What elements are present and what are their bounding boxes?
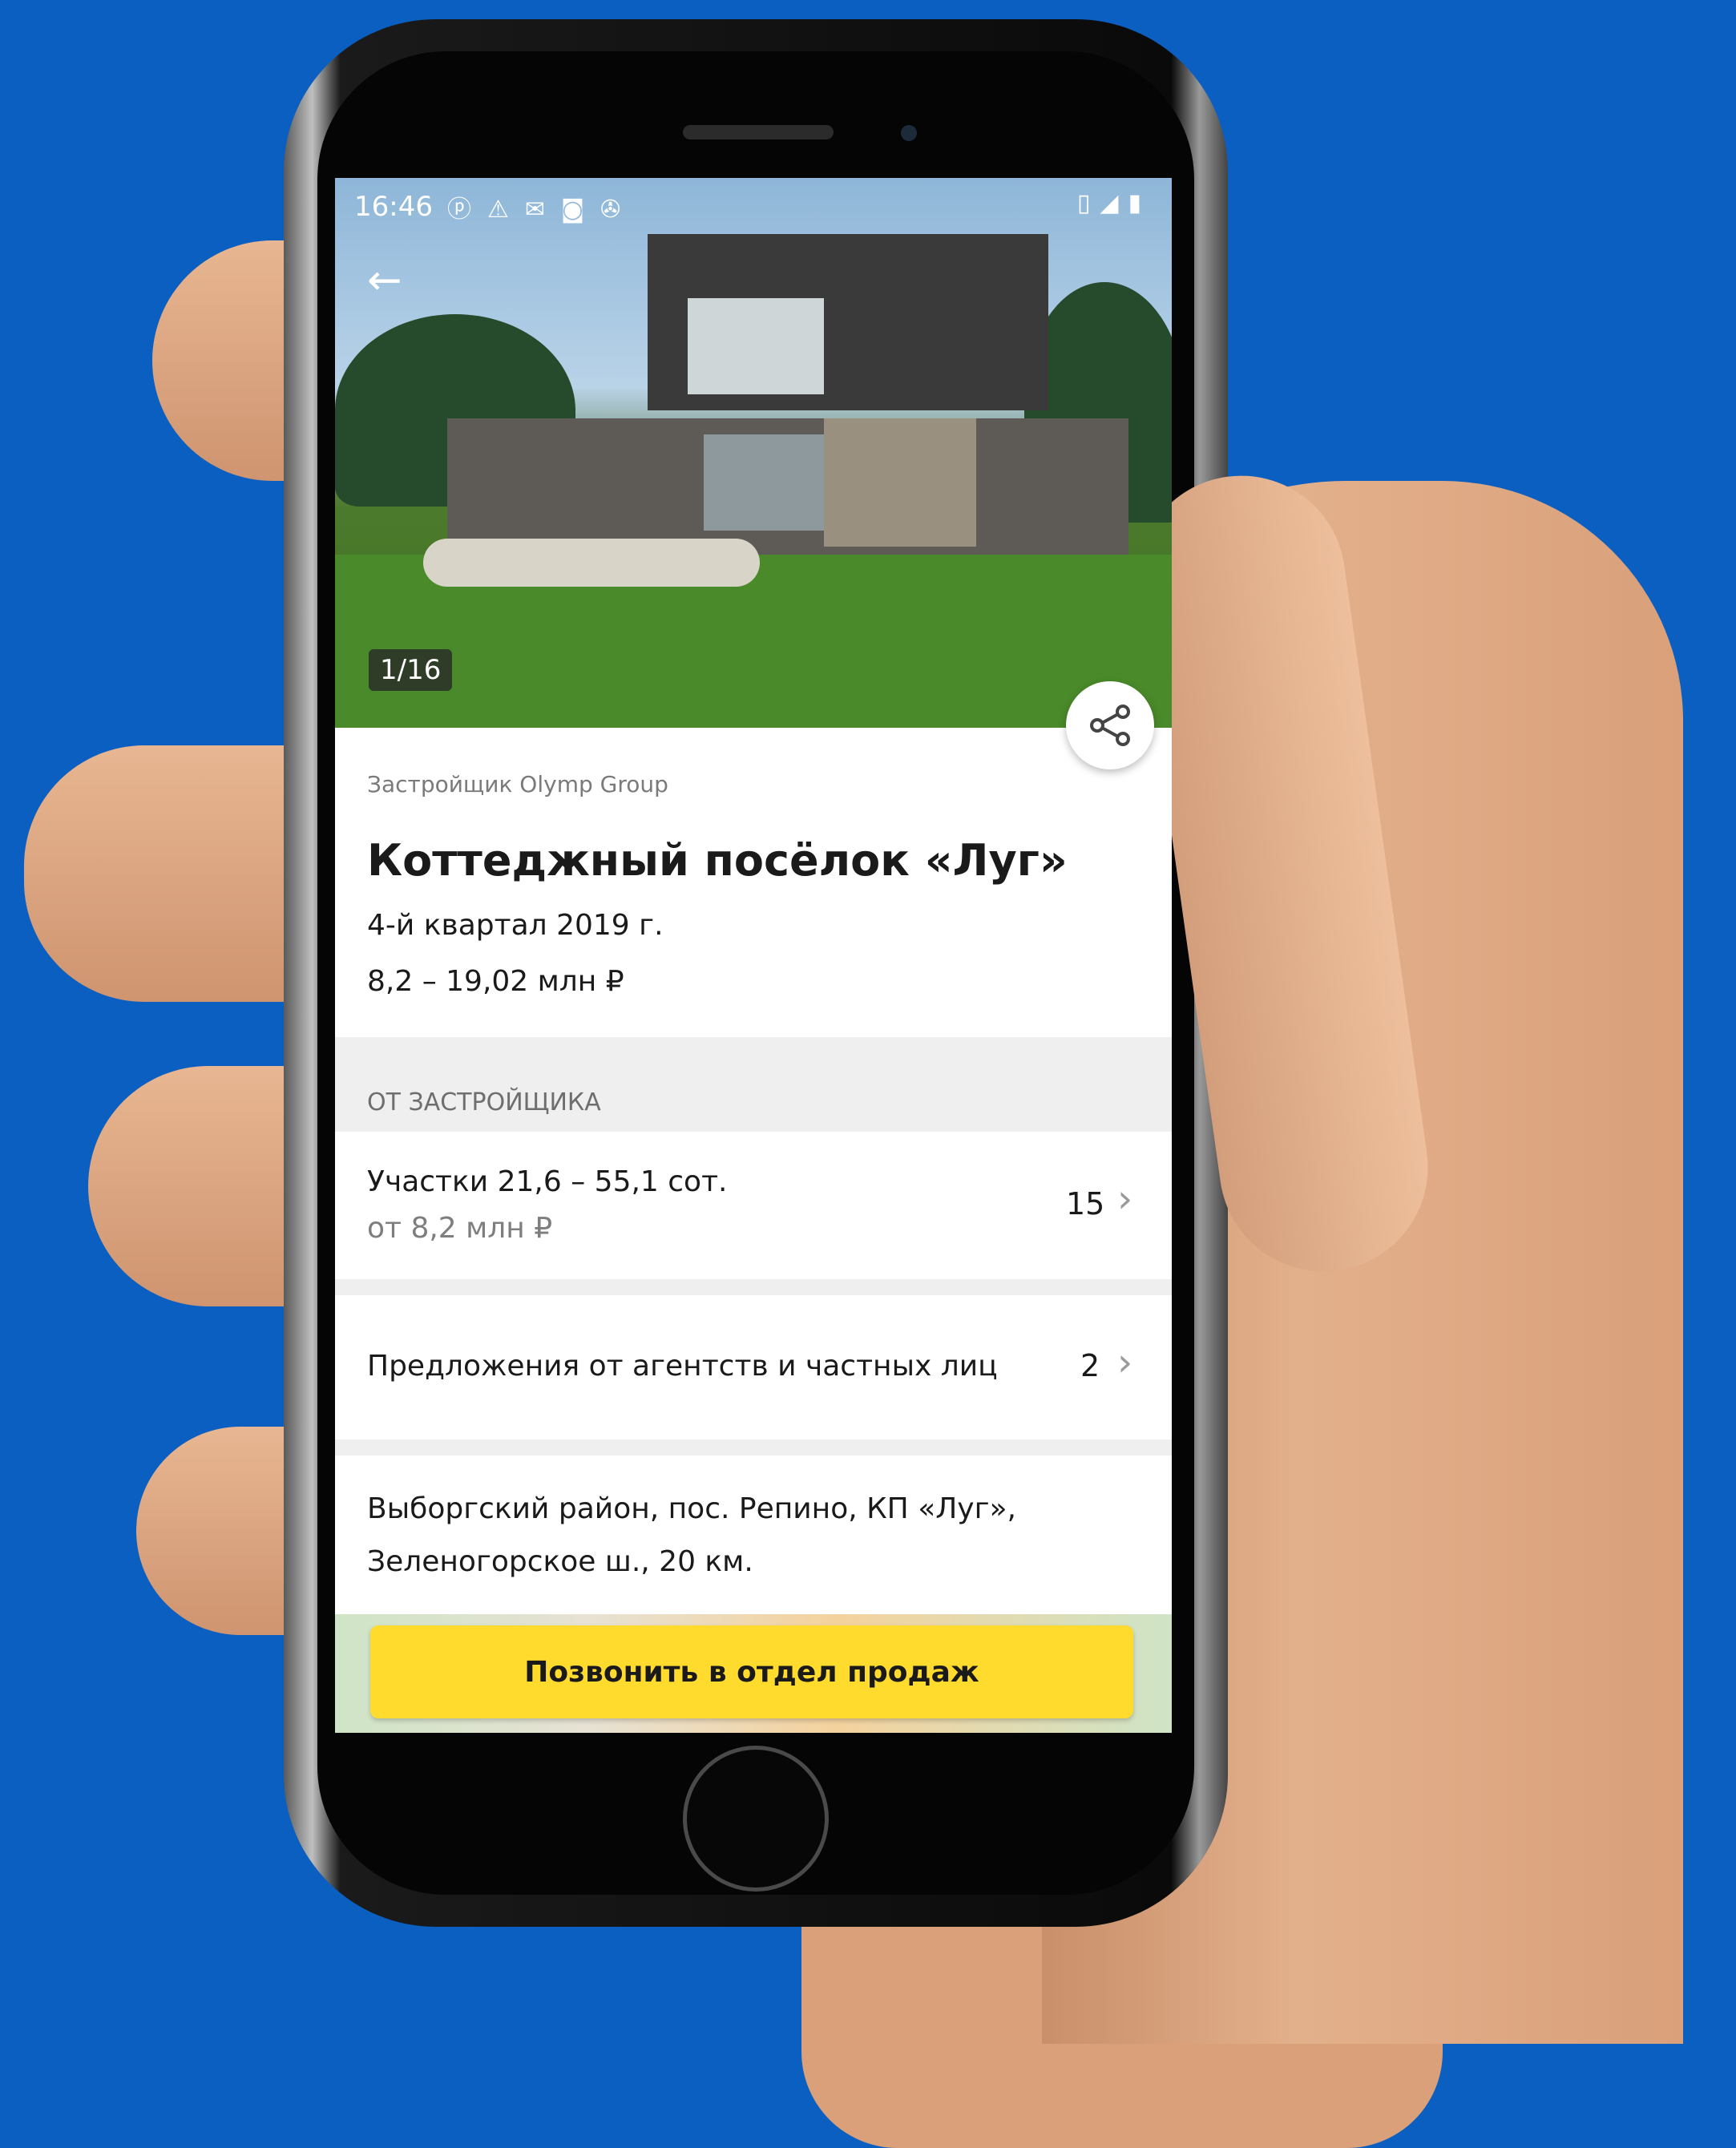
chevron-right-icon: › <box>1117 1177 1133 1221</box>
app-notification-icon: ✇ <box>600 196 637 224</box>
app-screen: 16:46 ⓟ⚠✉◙✇ ▯◢▮ ← 1/16 Застройщик Olymp … <box>335 178 1172 1733</box>
vibrate-icon: ▯ <box>1076 189 1100 217</box>
divider <box>335 1439 1172 1456</box>
listing-photo[interactable]: 16:46 ⓟ⚠✉◙✇ ▯◢▮ ← 1/16 <box>335 178 1172 728</box>
pinterest-icon: ⓟ <box>447 196 487 224</box>
plots-count: 15 <box>1066 1186 1105 1221</box>
signal-icon: ◢ <box>1100 189 1128 217</box>
photo-house-window <box>688 298 824 394</box>
system-icons: ▯◢▮ <box>1077 189 1151 217</box>
photo-house-stone-wall <box>824 418 976 547</box>
home-button[interactable] <box>683 1746 829 1892</box>
price-range: 8,2 – 19,02 млн ₽ <box>367 965 624 998</box>
phone-camera <box>901 125 917 141</box>
back-arrow-icon[interactable]: ← <box>367 256 402 305</box>
plots-title: Участки 21,6 – 55,1 сот. <box>367 1165 728 1198</box>
phone-speaker <box>683 125 834 139</box>
battery-icon: ▮ <box>1128 189 1151 217</box>
photo-counter: 1/16 <box>369 649 453 691</box>
offers-row[interactable]: Предложения от агентств и частных лиц 2 … <box>335 1295 1172 1439</box>
address: Выборгский район, пос. Репино, КП «Луг»,… <box>367 1483 1120 1589</box>
photo-gravel-path <box>423 539 760 587</box>
divider <box>335 1279 1172 1295</box>
address-line: Выборгский район, пос. Репино, КП «Луг», <box>367 1492 1016 1525</box>
plots-row[interactable]: Участки 21,6 – 55,1 сот. от 8,2 млн ₽ 15… <box>335 1132 1172 1279</box>
page-title: Коттеджный посёлок «Луг» <box>367 835 1068 886</box>
offers-count: 2 <box>1080 1348 1100 1383</box>
notification-icons: ⓟ⚠✉◙✇ <box>447 189 636 224</box>
chevron-right-icon: › <box>1117 1340 1133 1385</box>
share-button[interactable] <box>1066 681 1154 769</box>
status-bar: 16:46 ⓟ⚠✉◙✇ ▯◢▮ <box>335 178 1172 242</box>
address-line: Зеленогорское ш., 20 км. <box>367 1545 753 1578</box>
completion-date: 4-й квартал 2019 г. <box>367 909 664 942</box>
section-label-developer: ОТ ЗАСТРОЙЩИКА <box>367 1088 601 1116</box>
mail-icon: ✉ <box>524 196 562 224</box>
plots-price: от 8,2 млн ₽ <box>367 1212 553 1245</box>
share-icon <box>1090 705 1130 746</box>
offers-label: Предложения от агентств и частных лиц <box>367 1350 998 1383</box>
call-sales-button[interactable]: Позвонить в отдел продаж <box>370 1625 1133 1718</box>
instagram-icon: ◙ <box>561 196 601 224</box>
developer-name[interactable]: Застройщик Olymp Group <box>367 771 668 797</box>
status-time: 16:46 <box>354 191 433 223</box>
warning-icon: ⚠ <box>487 196 525 224</box>
